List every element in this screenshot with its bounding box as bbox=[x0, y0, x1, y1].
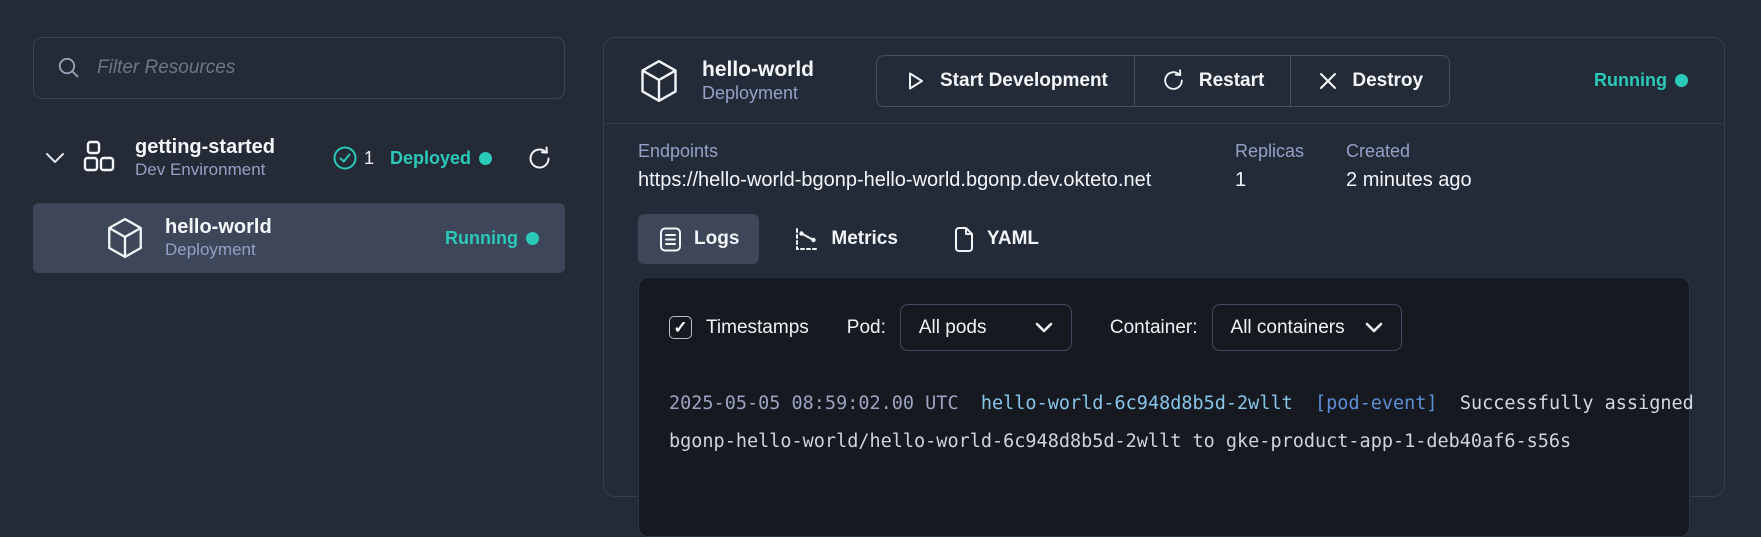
status-dot bbox=[479, 151, 492, 165]
timestamps-checkbox[interactable]: ✓ bbox=[669, 316, 692, 339]
filter-resources-input[interactable] bbox=[97, 57, 542, 79]
environment-status-badge: Deployed bbox=[390, 148, 492, 169]
log-message: Successfully assigned bbox=[1459, 393, 1694, 414]
deployment-status-badge: Running bbox=[1594, 70, 1688, 91]
replicas-label: Replicas bbox=[1235, 141, 1305, 161]
tab-metrics[interactable]: Metrics bbox=[773, 214, 918, 264]
chevron-down-icon bbox=[1365, 322, 1383, 333]
chevron-down-icon bbox=[1035, 322, 1053, 333]
dev-environment-icon bbox=[81, 139, 119, 177]
timestamps-label: Timestamps bbox=[706, 316, 809, 338]
resource-type: Deployment bbox=[165, 240, 256, 260]
environment-refresh-icon[interactable] bbox=[526, 145, 553, 172]
deployment-detail-card: hello-world Deployment Start Development bbox=[603, 37, 1725, 537]
log-line: bgonp-hello-world/hello-world-6c948d8b5d… bbox=[669, 423, 1659, 461]
chevron-down-icon[interactable] bbox=[45, 152, 65, 164]
action-button-group: Start Development Restart Destroy bbox=[876, 54, 1451, 107]
environment-name: getting-started bbox=[135, 136, 275, 159]
resource-name: hello-world bbox=[165, 216, 272, 239]
detail-tabs: Logs Metrics YAML bbox=[604, 192, 1724, 264]
status-dot bbox=[1675, 74, 1688, 87]
check-circle-icon bbox=[332, 145, 358, 171]
sidebar-item-getting-started[interactable]: getting-started Dev Environment 1 Deploy… bbox=[33, 129, 565, 187]
detail-header: hello-world Deployment Start Development bbox=[604, 38, 1724, 124]
cube-icon bbox=[638, 59, 680, 103]
logs-panel: ✓ Timestamps Pod: All pods Container: Al… bbox=[638, 277, 1694, 537]
logs-icon bbox=[658, 226, 683, 253]
environment-type: Dev Environment bbox=[135, 160, 266, 180]
deployment-info-row: Endpoints https://hello-world-bgonp-hell… bbox=[604, 124, 1724, 192]
start-development-button[interactable]: Start Development bbox=[877, 56, 1134, 106]
filter-resources-box[interactable] bbox=[33, 37, 565, 99]
resource-count: 1 bbox=[363, 147, 374, 168]
metrics-icon bbox=[793, 226, 820, 253]
restart-button[interactable]: Restart bbox=[1133, 55, 1290, 106]
close-icon bbox=[1317, 70, 1339, 92]
log-timestamp: 2025-05-05 08:59:02.00 UTC bbox=[669, 393, 959, 414]
container-select[interactable]: All containers bbox=[1211, 304, 1402, 351]
resources-sidebar: getting-started Dev Environment 1 Deploy… bbox=[33, 37, 565, 273]
log-event-tag: [pod-event] bbox=[1315, 393, 1438, 414]
tab-yaml[interactable]: YAML bbox=[932, 214, 1059, 264]
log-message-continuation: bgonp-hello-world/hello-world-6c948d8b5d… bbox=[669, 431, 1572, 452]
created-label: Created bbox=[1346, 141, 1411, 161]
log-output[interactable]: 2025-05-05 08:59:02.00 UTC hello-world-6… bbox=[669, 385, 1694, 461]
logs-toolbar: ✓ Timestamps Pod: All pods Container: Al… bbox=[669, 304, 1659, 351]
pod-label: Pod: bbox=[846, 316, 886, 338]
resource-status-badge: Running bbox=[445, 228, 539, 249]
resource-count-badge: 1 bbox=[332, 145, 374, 171]
replicas-value: 1 bbox=[1235, 169, 1247, 191]
tab-logs[interactable]: Logs bbox=[638, 214, 760, 264]
cube-icon bbox=[105, 217, 145, 259]
log-pod-name: hello-world-6c948d8b5d-2wllt bbox=[980, 393, 1293, 414]
pod-select[interactable]: All pods bbox=[899, 304, 1072, 351]
page-title: hello-world bbox=[702, 57, 814, 81]
search-icon bbox=[56, 55, 82, 81]
endpoints-label: Endpoints bbox=[638, 141, 719, 161]
destroy-button[interactable]: Destroy bbox=[1290, 55, 1449, 106]
status-dot bbox=[526, 231, 539, 245]
sidebar-item-hello-world[interactable]: hello-world Deployment Running bbox=[33, 203, 565, 273]
log-line: 2025-05-05 08:59:02.00 UTC hello-world-6… bbox=[669, 385, 1694, 423]
refresh-icon bbox=[1161, 68, 1186, 93]
created-value: 2 minutes ago bbox=[1346, 169, 1472, 191]
container-label: Container: bbox=[1109, 316, 1198, 338]
page-subtitle: Deployment bbox=[702, 82, 799, 103]
checkmark-icon: ✓ bbox=[673, 318, 688, 337]
yaml-icon bbox=[952, 226, 976, 253]
play-icon bbox=[903, 69, 927, 93]
endpoint-url[interactable]: https://hello-world-bgonp-hello-world.bg… bbox=[638, 169, 1193, 192]
